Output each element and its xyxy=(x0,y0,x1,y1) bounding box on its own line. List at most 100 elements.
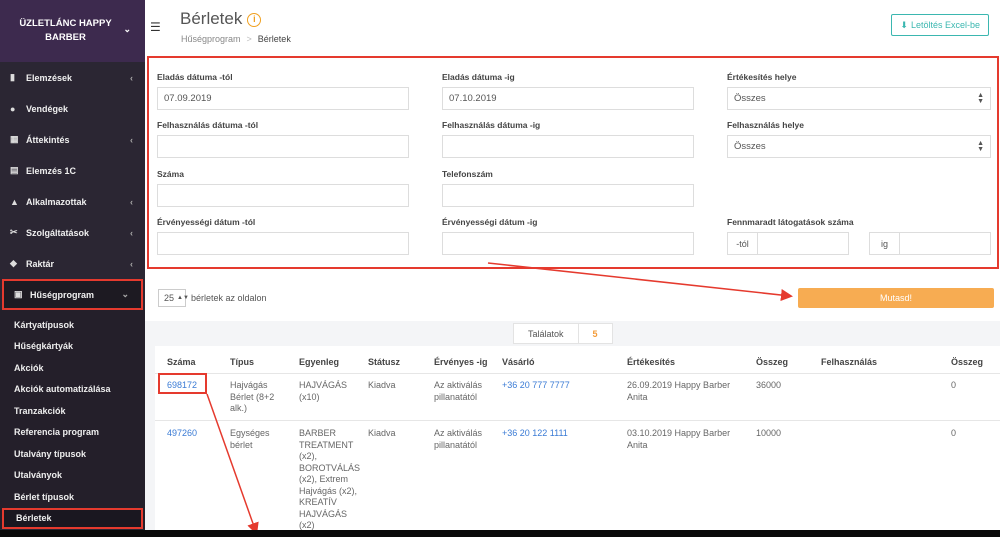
visits-to-addon: ig xyxy=(869,232,900,255)
bottom-bar xyxy=(0,530,1000,537)
row-valid: Az aktiválás pillanatától xyxy=(434,428,483,450)
sale-place-label: Értékesítés helye xyxy=(727,72,797,82)
sidebar-item-elemzes-1c[interactable]: ▤ Elemzés 1C xyxy=(0,155,145,186)
number-input[interactable] xyxy=(157,184,409,207)
use-to-group: Felhasználás dátuma -ig xyxy=(442,120,694,158)
row-type: Egységes bérlet xyxy=(230,428,270,450)
table-divider xyxy=(155,420,1000,421)
valid-to-group: Érvényességi dátum -ig xyxy=(442,217,694,255)
column-header: Összeg xyxy=(756,357,789,367)
users-icon: ● xyxy=(10,103,16,114)
column-header: Érvényes -ig xyxy=(434,357,488,367)
chevron-left-icon: ‹ xyxy=(130,258,133,269)
info-icon[interactable]: i xyxy=(247,13,262,27)
sidebar-item-szolgaltatasok[interactable]: ✂ Szolgáltatások ‹ xyxy=(0,217,145,248)
sidebar-item-elemzesek[interactable]: ▮ Elemzések ‹ xyxy=(0,62,145,93)
hamburger-menu-icon[interactable]: ☰ xyxy=(150,20,161,34)
sidebar-item-husegprogram[interactable]: ▣ Hűségprogram ⌄ xyxy=(2,279,143,310)
breadcrumb-parent[interactable]: Hűségprogram xyxy=(181,34,241,44)
column-header: Összeg xyxy=(951,357,984,367)
sale-from-input[interactable]: 07.09.2019 xyxy=(157,87,409,110)
number-highlight xyxy=(158,373,207,394)
valid-from-group: Érvényességi dátum -tól xyxy=(157,217,409,255)
row-balance: HAJVÁGÁS (x10) xyxy=(299,380,348,402)
sidebar-subitem-utalvanyok[interactable]: Utalványok xyxy=(0,465,145,487)
grid-icon: ▦ xyxy=(10,134,19,144)
sale-from-group: Eladás dátuma -tól 07.09.2019 xyxy=(157,72,409,110)
sidebar-subitem-tranzakciok[interactable]: Tranzakciók xyxy=(0,400,145,422)
column-header: Egyenleg xyxy=(299,357,340,367)
use-place-select[interactable]: Összes ▲ ▼ xyxy=(727,135,991,158)
row-status: Kiadva xyxy=(368,380,396,390)
brand-switcher[interactable]: ÜZLETLÁNC HAPPY BARBER ⌄ xyxy=(0,0,145,62)
column-header: Száma xyxy=(167,357,196,367)
valid-from-input[interactable] xyxy=(157,232,409,255)
use-place-group: Felhasználás helye Összes ▲ ▼ xyxy=(727,120,991,158)
select-arrows-icon: ▲▼ xyxy=(977,139,984,153)
phone-input[interactable] xyxy=(442,184,694,207)
per-page-control: 25 ▲▼ bérletek az oldalon xyxy=(158,289,267,307)
user-icon: ▲ xyxy=(10,196,19,207)
use-from-input[interactable] xyxy=(157,135,409,158)
box-icon: ◆ xyxy=(10,258,17,268)
sidebar-subitem-husegkartyak[interactable]: Hűségkártyák xyxy=(0,336,145,358)
bar-chart-icon: ▮ xyxy=(10,72,15,82)
excel-export-button[interactable]: ⬇ Letöltés Excel-be xyxy=(891,14,989,36)
valid-to-label: Érvényességi dátum -ig xyxy=(442,217,538,227)
column-header: Értékesítés xyxy=(627,357,676,367)
sidebar-item-vendegek[interactable]: ● Vendégek xyxy=(0,93,145,124)
visits-label: Fennmaradt látogatások száma xyxy=(727,217,854,227)
sidebar-item-label: Szolgáltatások xyxy=(26,227,90,238)
sidebar-subnav: Kártyatípusok Hűségkártyák Akciók Akciók… xyxy=(0,310,145,529)
results-label[interactable]: Találatok xyxy=(513,323,579,344)
row-buyer-phone[interactable]: +36 20 777 7777 xyxy=(502,380,570,392)
sidebar-item-label: Elemzések xyxy=(26,72,73,83)
per-page-select[interactable]: 25 ▲▼ xyxy=(158,289,189,307)
sidebar-item-label: Raktár xyxy=(26,258,55,269)
download-icon: ⬇ xyxy=(900,19,908,30)
per-page-value: 25 xyxy=(164,293,175,303)
sidebar-item-label: Elemzés 1C xyxy=(26,165,77,176)
sidebar-subitem-berletek[interactable]: Bérletek xyxy=(2,507,143,529)
valid-to-input[interactable] xyxy=(442,232,694,255)
sidebar-subitem-berlet-tipusok[interactable]: Bérlet típusok xyxy=(0,486,145,508)
page-header: ☰ Bérletek i Hűségprogram > Bérletek ⬇ Letö… xyxy=(145,0,1000,55)
sidebar: ÜZLETLÁNC HAPPY BARBER ⌄ ▮ Elemzések ‹ ●… xyxy=(0,0,145,537)
chevron-left-icon: ‹ xyxy=(130,227,133,238)
visits-from-input[interactable] xyxy=(758,232,849,255)
visits-range: -tól ig xyxy=(727,232,991,255)
page-title-text: Bérletek xyxy=(180,9,243,28)
sidebar-subitem-akciok-automatizalasa[interactable]: Akciók automatizálása xyxy=(0,379,145,401)
row-sale: 03.10.2019 Happy Barber Anita xyxy=(627,428,731,450)
row-buyer-phone[interactable]: +36 20 122 1111 xyxy=(502,428,568,440)
sidebar-item-alkalmazottak[interactable]: ▲ Alkalmazottak ‹ xyxy=(0,186,145,217)
breadcrumb: Hűségprogram > Bérletek xyxy=(181,34,291,44)
phone-group: Telefonszám xyxy=(442,169,694,207)
visits-from-addon: -tól xyxy=(727,232,758,255)
row-valid: Az aktiválás pillanatától xyxy=(434,380,483,402)
show-button[interactable]: Mutasd! xyxy=(798,288,994,308)
row-number-link[interactable]: 497260 xyxy=(167,428,197,440)
sale-to-label: Eladás dátuma -ig xyxy=(442,72,515,82)
select-arrows-icon: ▲▼ xyxy=(177,295,189,301)
sidebar-subitem-akciok[interactable]: Akciók xyxy=(0,357,145,379)
use-to-input[interactable] xyxy=(442,135,694,158)
number-group: Száma xyxy=(157,169,409,207)
sidebar-item-attekintes[interactable]: ▦ Áttekintés ‹ xyxy=(0,124,145,155)
sidebar-item-raktar[interactable]: ◆ Raktár ‹ xyxy=(0,248,145,279)
use-place-value: Összes xyxy=(734,141,766,152)
row-type: Hajvágás Bérlet (8+2 alk.) xyxy=(230,380,275,413)
select-arrows-icon: ▲▼ xyxy=(977,91,984,105)
sidebar-subitem-referencia-program[interactable]: Referencia program xyxy=(0,422,145,444)
sale-place-value: Összes xyxy=(734,93,766,104)
visits-to-input[interactable] xyxy=(900,232,991,255)
row-amount: 36000 xyxy=(756,380,782,390)
row-amount2: 0 xyxy=(951,428,957,438)
sidebar-subitem-kartyatipusok[interactable]: Kártyatípusok xyxy=(0,314,145,336)
sidebar-subitem-utalvany-tipusok[interactable]: Utalvány típusok xyxy=(0,443,145,465)
chevron-down-icon: ⌄ xyxy=(121,289,129,299)
use-to-label: Felhasználás dátuma -ig xyxy=(442,120,541,130)
sale-place-select[interactable]: Összes ▲ ▼ xyxy=(727,87,991,110)
sale-to-input[interactable]: 07.10.2019 xyxy=(442,87,694,110)
page-title: Bérletek i xyxy=(180,9,262,29)
